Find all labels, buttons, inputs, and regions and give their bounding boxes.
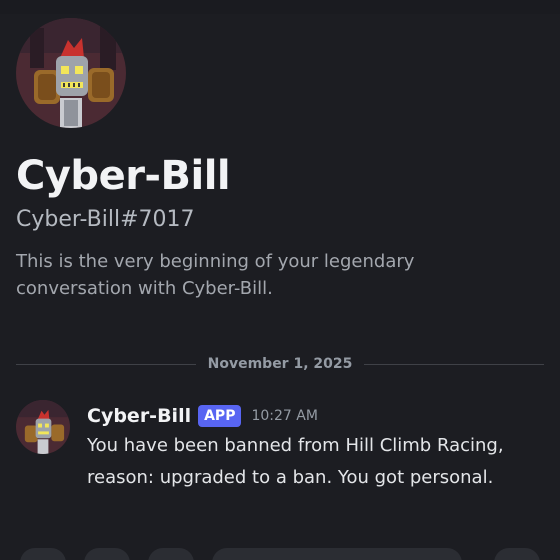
message-input[interactable] — [212, 548, 462, 560]
app-badge: APP — [198, 405, 242, 427]
conversation-intro-text: This is the very beginning of your legen… — [16, 251, 415, 299]
message-avatar[interactable] — [16, 400, 70, 454]
divider-line-left — [16, 363, 196, 365]
dm-channel-view: Cyber-Bill Cyber-Bill#7017 This is the v… — [0, 0, 560, 560]
bottom-action-button[interactable] — [84, 548, 130, 560]
bottom-action-button[interactable] — [494, 548, 540, 560]
divider-line-right — [364, 363, 544, 365]
profile-username: Cyber-Bill#7017 — [16, 207, 195, 232]
message-item[interactable]: Cyber-Bill APP 10:27 AM You have been ba… — [16, 400, 546, 500]
robot-avatar-icon — [16, 400, 70, 454]
profile-display-name: Cyber-Bill — [16, 153, 231, 199]
message-timestamp: 10:27 AM — [251, 408, 318, 424]
message-author[interactable]: Cyber-Bill — [87, 405, 191, 427]
bottom-action-button[interactable] — [148, 548, 194, 560]
top-strip — [0, 0, 560, 14]
date-divider: November 1, 2025 — [16, 352, 544, 376]
robot-avatar-icon — [16, 18, 126, 128]
bottom-action-button[interactable] — [20, 548, 66, 560]
message-header: Cyber-Bill APP 10:27 AM — [87, 402, 318, 430]
bottom-bar — [0, 546, 560, 560]
divider-date: November 1, 2025 — [207, 356, 353, 372]
message-content: You have been banned from Hill Climb Rac… — [87, 435, 504, 488]
profile-avatar[interactable] — [16, 18, 126, 128]
